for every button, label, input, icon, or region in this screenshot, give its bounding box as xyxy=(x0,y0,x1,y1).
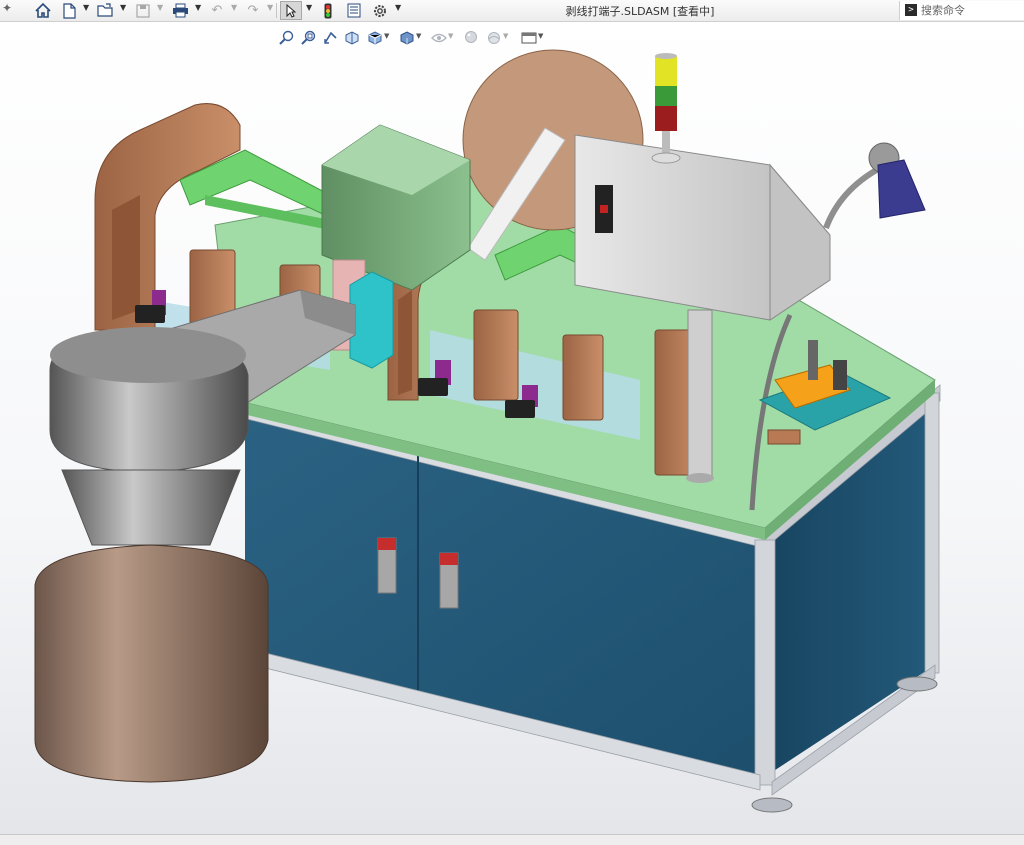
display-style-icon[interactable] xyxy=(398,29,416,46)
zoom-to-area-icon[interactable] xyxy=(299,29,317,46)
command-prompt-icon: > xyxy=(905,4,917,16)
open-folder-icon[interactable] xyxy=(95,1,115,20)
undo-dropdown-icon[interactable]: ▼ xyxy=(231,3,237,12)
redo-icon[interactable]: ↷ xyxy=(244,1,262,20)
hide-show-dropdown-icon[interactable]: ▼ xyxy=(448,32,453,40)
view-orientation-icon[interactable] xyxy=(366,29,384,46)
print-dropdown-icon[interactable]: ▼ xyxy=(195,3,201,12)
display-style-dropdown-icon[interactable]: ▼ xyxy=(416,32,421,40)
new-document-icon[interactable] xyxy=(60,1,78,20)
previous-view-icon[interactable] xyxy=(321,29,339,46)
undo-icon[interactable]: ↶ xyxy=(208,1,226,20)
toolbar-separator xyxy=(276,3,277,18)
view-settings-icon[interactable] xyxy=(520,29,538,46)
traffic-light-icon[interactable] xyxy=(320,1,336,20)
redo-dropdown-icon[interactable]: ▼ xyxy=(267,3,273,12)
view-orientation-dropdown-icon[interactable]: ▼ xyxy=(384,32,389,40)
search-box[interactable]: > xyxy=(899,1,1024,20)
save-dropdown-icon[interactable]: ▼ xyxy=(157,3,163,12)
section-view-icon[interactable] xyxy=(343,29,361,46)
pin-icon[interactable]: ✦ xyxy=(2,1,12,15)
zoom-to-fit-icon[interactable] xyxy=(277,29,295,46)
open-dropdown-icon[interactable]: ▼ xyxy=(120,3,126,12)
edit-appearance-icon[interactable] xyxy=(463,29,481,46)
select-dropdown-icon[interactable]: ▼ xyxy=(306,3,312,12)
new-dropdown-icon[interactable]: ▼ xyxy=(83,3,89,12)
title-bar: ✦ ▼ ▼ ▼ ▼ ↶ ▼ ↷ ▼ ▼ ▼ 剥线打端子.SLDASM [查看中]… xyxy=(0,0,1024,22)
document-title: 剥线打端子.SLDASM [查看中] xyxy=(565,5,715,18)
options-dropdown-icon[interactable]: ▼ xyxy=(395,3,401,12)
status-bar xyxy=(0,834,1024,845)
home-icon[interactable] xyxy=(33,1,53,20)
hide-show-items-icon[interactable] xyxy=(430,29,448,46)
graphics-area[interactable]: ▼ ▼ ▼ ▼ ▼ xyxy=(0,22,1024,834)
file-properties-icon[interactable] xyxy=(344,1,364,20)
options-gear-icon[interactable] xyxy=(370,1,390,20)
apply-scene-dropdown-icon[interactable]: ▼ xyxy=(503,32,508,40)
machine-assembly-model[interactable] xyxy=(0,22,1024,834)
select-pointer-icon[interactable] xyxy=(280,1,302,20)
search-commands-input[interactable] xyxy=(921,2,1021,18)
apply-scene-icon[interactable] xyxy=(485,29,503,46)
save-icon[interactable] xyxy=(134,1,152,20)
print-icon[interactable] xyxy=(170,1,190,20)
view-settings-dropdown-icon[interactable]: ▼ xyxy=(538,32,543,40)
